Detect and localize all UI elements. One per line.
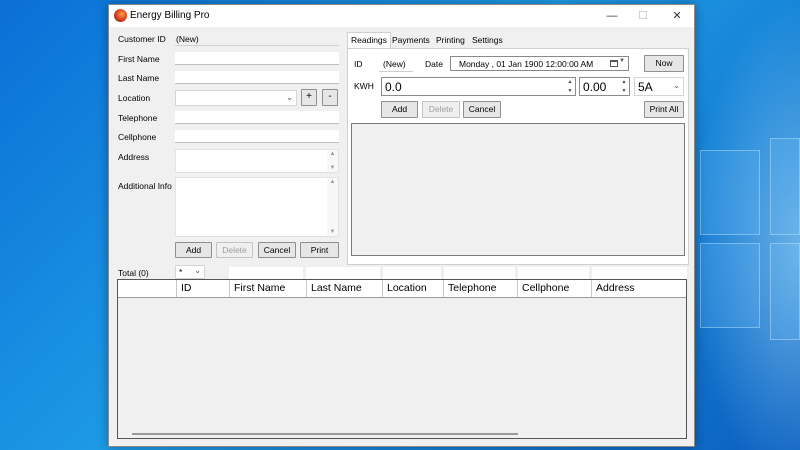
location-label: Location (118, 93, 151, 103)
customer-id-value: (New) (176, 34, 199, 44)
windows-logo-pane (770, 243, 800, 340)
additional-info-textarea[interactable]: ▲ ▼ (175, 177, 339, 237)
windows-logo-pane (770, 138, 800, 235)
address-textarea[interactable]: ▲ ▼ (175, 149, 339, 173)
cellphone-field[interactable] (175, 130, 339, 143)
amount-value: 0.00 (583, 80, 607, 94)
first-name-label: First Name (118, 54, 160, 64)
reading-cancel-button[interactable]: Cancel (463, 101, 501, 118)
tab-printing[interactable]: Printing (433, 33, 468, 48)
title-bar[interactable]: Energy Billing Pro — ☐ ✕ (109, 5, 694, 27)
scroll-up-icon[interactable]: ▲ (327, 179, 338, 185)
address-label: Address (118, 152, 150, 162)
customer-id-label: Customer ID (118, 34, 166, 44)
app-window: Energy Billing Pro — ☐ ✕ Customer ID (Ne… (108, 4, 695, 447)
remove-location-button[interactable]: - (322, 89, 338, 106)
last-name-label: Last Name (118, 73, 160, 83)
cellphone-label: Cellphone (118, 132, 157, 142)
column-header-location[interactable]: Location (382, 280, 443, 297)
reading-delete-button[interactable]: Delete (422, 101, 460, 118)
reading-id-underline (379, 71, 413, 72)
additional-info-label: Additional Info (118, 181, 172, 191)
location-dropdown[interactable]: ⌄ (175, 90, 297, 106)
kwh-spin-buttons[interactable]: ▲ ▼ (565, 78, 575, 95)
maximize-button[interactable]: ☐ (629, 7, 657, 25)
customer-print-button[interactable]: Print (300, 242, 339, 258)
first-name-field[interactable] (175, 52, 339, 65)
rate-dropdown[interactable]: 5A ⌄ (634, 77, 684, 96)
filter-value: * (179, 267, 183, 277)
telephone-field[interactable] (175, 111, 339, 124)
window-title: Energy Billing Pro (130, 10, 210, 21)
customer-delete-button[interactable]: Delete (216, 242, 253, 258)
rate-value: 5A (638, 80, 653, 94)
readings-list[interactable] (351, 123, 685, 256)
amount-spin-buttons[interactable]: ▲ ▼ (619, 78, 629, 95)
column-header-cellphone[interactable]: Cellphone (517, 280, 591, 297)
minimize-button[interactable]: — (598, 7, 626, 25)
horizontal-scrollbar[interactable] (132, 433, 518, 435)
customer-id-underline (175, 45, 339, 46)
scroll-up-icon[interactable]: ▲ (327, 151, 338, 157)
total-count: Total (0) (118, 268, 149, 278)
date-label: Date (425, 59, 443, 69)
scroll-down-icon[interactable]: ▼ (327, 165, 338, 171)
kwh-label: KWH (354, 81, 374, 91)
chevron-down-icon: ⌄ (194, 266, 201, 275)
close-button[interactable]: ✕ (663, 7, 691, 25)
address-scrollbar[interactable]: ▲ ▼ (327, 150, 338, 172)
column-header-first-name[interactable]: First Name (229, 280, 306, 297)
column-header-last-name[interactable]: Last Name (306, 280, 382, 297)
date-picker[interactable]: Monday , 01 Jan 1900 12:00:00 AM ▼ (450, 56, 629, 71)
kwh-value: 0.0 (385, 80, 402, 94)
spin-down-icon[interactable]: ▼ (619, 87, 629, 96)
kwh-spinbox[interactable]: 0.0 ▲ ▼ (381, 77, 576, 96)
customer-table[interactable]: ID First Name Last Name Location Telepho… (117, 279, 687, 439)
calendar-icon[interactable] (610, 60, 618, 67)
chevron-down-icon: ⌄ (673, 81, 680, 90)
readings-panel: ID (New) Date Monday , 01 Jan 1900 12:00… (347, 48, 689, 265)
column-header-telephone[interactable]: Telephone (443, 280, 517, 297)
column-header-selector[interactable] (118, 280, 176, 297)
spin-down-icon[interactable]: ▼ (565, 87, 575, 96)
scroll-down-icon[interactable]: ▼ (327, 229, 338, 235)
chevron-down-icon: ▼ (619, 58, 625, 64)
spin-up-icon[interactable]: ▲ (565, 78, 575, 87)
app-icon (114, 9, 127, 22)
print-all-button[interactable]: Print All (644, 101, 684, 118)
reading-id-label: ID (354, 59, 363, 69)
windows-logo-pane (700, 150, 760, 235)
date-value: Monday , 01 Jan 1900 12:00:00 AM (459, 59, 594, 69)
chevron-down-icon: ⌄ (286, 93, 293, 102)
add-location-button[interactable]: + (301, 89, 317, 106)
column-header-id[interactable]: ID (176, 280, 229, 297)
customer-cancel-button[interactable]: Cancel (258, 242, 296, 258)
reading-id-value: (New) (383, 59, 406, 69)
column-header-address[interactable]: Address (591, 280, 686, 297)
table-header: ID First Name Last Name Location Telepho… (118, 280, 686, 298)
last-name-field[interactable] (175, 71, 339, 84)
customer-add-button[interactable]: Add (175, 242, 212, 258)
windows-logo-pane (700, 243, 760, 328)
reading-add-button[interactable]: Add (381, 101, 418, 118)
filter-dropdown[interactable]: * ⌄ (175, 265, 205, 279)
amount-spinbox[interactable]: 0.00 ▲ ▼ (579, 77, 630, 96)
spin-up-icon[interactable]: ▲ (619, 78, 629, 87)
additional-info-scrollbar[interactable]: ▲ ▼ (327, 178, 338, 236)
tab-payments[interactable]: Payments (389, 33, 433, 48)
tab-readings[interactable]: Readings (347, 32, 391, 48)
telephone-label: Telephone (118, 113, 158, 123)
now-button[interactable]: Now (644, 55, 684, 72)
tab-settings[interactable]: Settings (469, 33, 506, 48)
